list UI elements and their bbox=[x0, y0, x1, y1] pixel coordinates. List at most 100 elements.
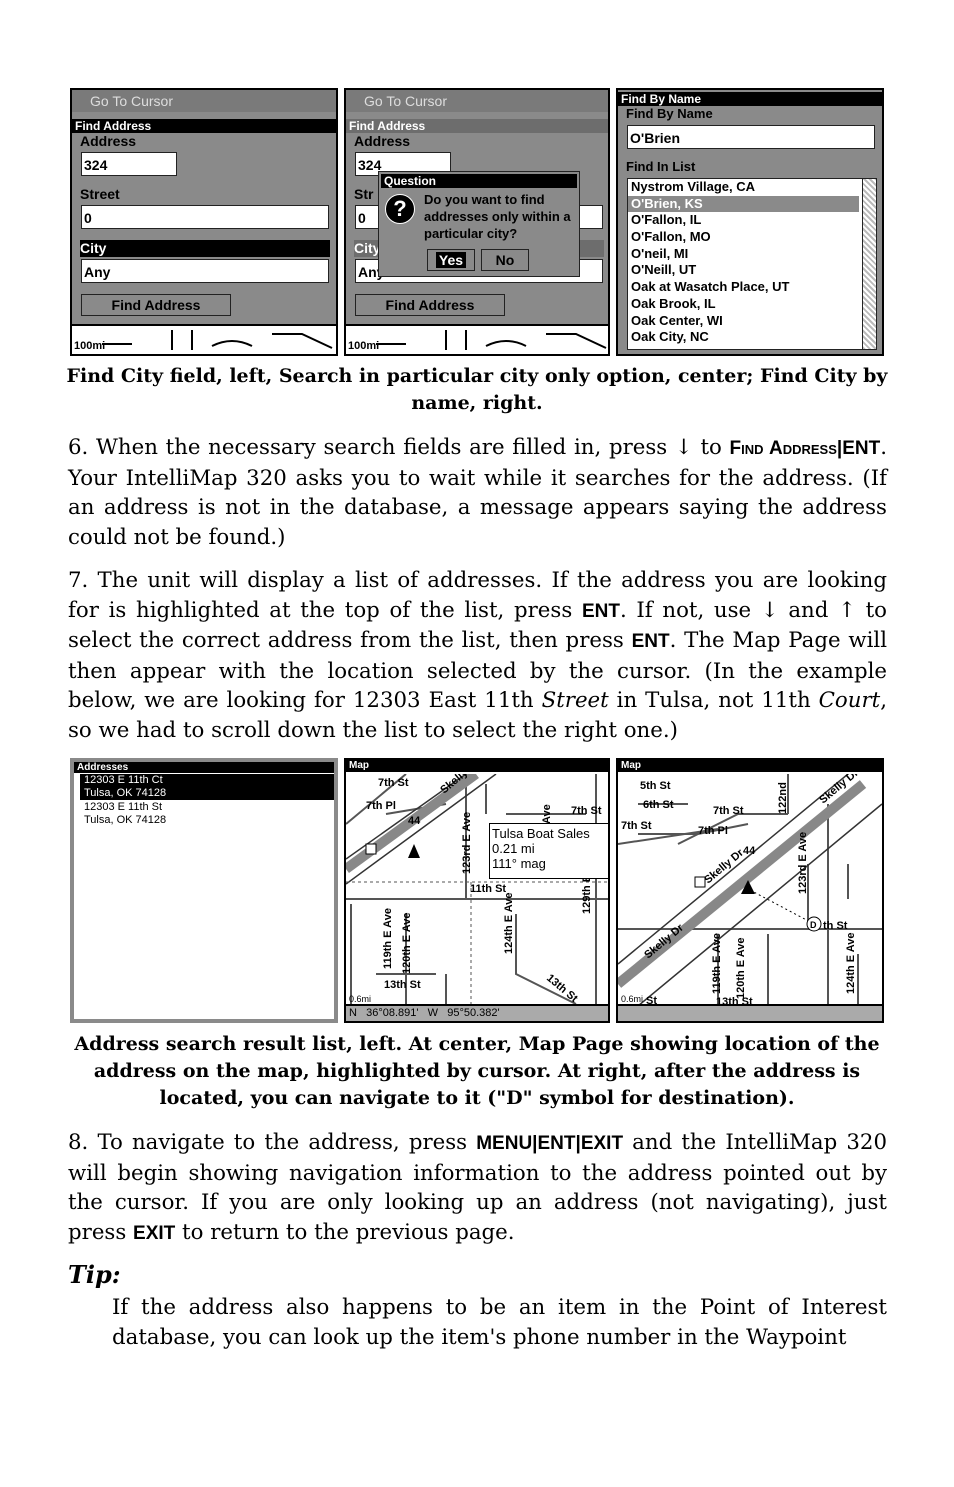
map-label: 119th E Ave bbox=[382, 908, 394, 969]
list-item[interactable]: Nystrom Village, CA bbox=[628, 179, 876, 196]
key-find-address: Find Address bbox=[729, 438, 837, 459]
address-line: 12303 E 11th Ct bbox=[84, 774, 163, 786]
find-address-button[interactable]: Find Address bbox=[355, 294, 505, 316]
figure-1-caption: Find City field, left, Search in particu… bbox=[66, 365, 888, 414]
map-canvas: D 5th St 6th St 7th St 7th Pl 7th St 122… bbox=[618, 774, 882, 1006]
map-label: 7th Pl bbox=[366, 800, 396, 812]
yes-button[interactable]: Yes bbox=[427, 249, 475, 271]
step-8-paragraph: 8. To navigate to the address, press MEN… bbox=[68, 1128, 887, 1248]
text-italic: Court bbox=[818, 688, 881, 714]
waypoint-icon bbox=[365, 843, 377, 855]
position-arrow-icon bbox=[408, 844, 420, 858]
screen-title: Find By Name bbox=[618, 92, 882, 106]
find-in-list-label: Find In List bbox=[626, 159, 696, 174]
address-label: Address bbox=[80, 133, 137, 149]
results-list[interactable]: Nystrom Village, CA O'Brien, KS O'Fallon… bbox=[627, 178, 877, 350]
map-page-destination: Map D 5th St 6th St 7th St 7th Pl 7th St… bbox=[616, 758, 884, 1023]
key-menu: MENU bbox=[476, 1133, 533, 1154]
coordinates-bar: N 36°08.891' W 95°50.382' bbox=[346, 1004, 608, 1021]
find-address-screen: Go To Cursor Find Address Address 324 St… bbox=[70, 88, 338, 356]
key-exit: EXIT bbox=[133, 1222, 176, 1244]
map-label: th St bbox=[823, 920, 848, 932]
key-ent: ENT bbox=[537, 1133, 576, 1154]
map-label: 6th St bbox=[643, 799, 674, 811]
dialog-title: Question bbox=[381, 174, 577, 188]
ghost-title: Go To Cursor bbox=[346, 90, 608, 112]
map-label: Skelly Dr bbox=[642, 921, 686, 961]
map-label: 124th E Ave bbox=[845, 932, 857, 994]
find-by-name-screen: Find By Name Find By Name O'Brien Find I… bbox=[616, 88, 884, 356]
address-result-selected[interactable]: 12303 E 11th Ct Tulsa, OK 74128 bbox=[80, 774, 334, 800]
screen-title: Map bbox=[346, 760, 608, 772]
list-item[interactable]: O'neil, MI bbox=[628, 246, 876, 263]
key-ent: ENT bbox=[631, 631, 670, 653]
list-item-selected[interactable]: O'Brien, KS bbox=[628, 195, 859, 213]
address-line: 12303 E 11th St bbox=[84, 801, 163, 813]
map-canvas: 7th St 7th Pl Skelly Dr 44 123rd E Ave E… bbox=[346, 774, 608, 1006]
poi-name: Tulsa Boat Sales bbox=[492, 826, 590, 841]
map-label: 7th St bbox=[571, 805, 602, 817]
map-label: 13th St bbox=[544, 972, 580, 1005]
map-label: 123rd E Ave bbox=[797, 832, 809, 894]
map-strip-lines bbox=[102, 330, 333, 350]
yes-label: Yes bbox=[435, 252, 467, 268]
list-item[interactable]: Oak at Wasatch Place, UT bbox=[628, 279, 876, 296]
map-label: 120th E Ave bbox=[735, 937, 747, 999]
name-field[interactable]: O'Brien bbox=[627, 125, 875, 149]
city-field[interactable]: Any bbox=[81, 259, 329, 283]
street-label: Street bbox=[80, 186, 120, 202]
tip-text: If the address also happens to be an ite… bbox=[112, 1295, 887, 1350]
text-italic: Street bbox=[541, 688, 609, 714]
route-line bbox=[749, 889, 815, 925]
map-label: 124th E Ave bbox=[503, 892, 515, 954]
text: 8. To navigate to the address, press bbox=[68, 1130, 477, 1155]
city-label: City bbox=[80, 240, 330, 257]
address-label: Address bbox=[354, 133, 411, 149]
map-strip: 100mi bbox=[346, 324, 608, 354]
destination-label: D bbox=[810, 920, 817, 930]
question-icon: ? bbox=[385, 194, 415, 224]
map-strip: 100mi bbox=[72, 324, 336, 354]
list-item[interactable]: O'Fallon, IL bbox=[628, 212, 876, 229]
poi-popup: Tulsa Boat Sales 0.21 mi 111° mag bbox=[489, 823, 608, 879]
address-field[interactable]: 324 bbox=[81, 152, 177, 176]
find-address-question-screen: Go To Cursor Find Address Address 324 St… bbox=[344, 88, 610, 356]
map-label: 7th Pl bbox=[698, 825, 728, 837]
map-label: 129th E bbox=[581, 875, 593, 914]
map-label: 5th St bbox=[640, 780, 671, 792]
tip-heading: Tip: bbox=[68, 1260, 121, 1289]
screen-title: Map bbox=[618, 760, 882, 772]
map-label: 7th St bbox=[621, 820, 652, 832]
ghost-title: Go To Cursor bbox=[72, 90, 336, 112]
map-strip-lines bbox=[376, 330, 607, 350]
scale-label: 0.6mi bbox=[349, 994, 371, 1004]
map-label: 44 bbox=[408, 815, 421, 827]
name-value: O'Brien bbox=[630, 130, 681, 146]
scale-label: 100mi bbox=[74, 340, 106, 352]
figure-2-caption: Address search result list, left. At cen… bbox=[74, 1033, 880, 1109]
dialog-message: Do you want to find addresses only withi… bbox=[424, 192, 571, 241]
scale-label: 100mi bbox=[348, 340, 380, 352]
question-dialog: Question ? Do you want to find addresses… bbox=[378, 171, 580, 277]
list-item[interactable]: O'Neill, UT bbox=[628, 262, 876, 279]
key-exit: EXIT bbox=[580, 1133, 624, 1154]
list-item[interactable]: Oak Center, WI bbox=[628, 313, 876, 330]
screen-title: Find Address bbox=[346, 119, 608, 133]
list-item[interactable]: Oak City, NC bbox=[628, 329, 876, 346]
map-page-cursor: Map 7th St 7th Pl Skelly Dr 44 123rd E A… bbox=[344, 758, 610, 1023]
map-label: 119th E Ave bbox=[711, 933, 723, 994]
step-7-paragraph: 7. The unit will display a list of addre… bbox=[68, 566, 887, 746]
street-label: Str bbox=[354, 186, 374, 202]
find-address-button[interactable]: Find Address bbox=[81, 294, 231, 316]
text: 6. When the necessary search fields are … bbox=[68, 435, 730, 460]
no-button[interactable]: No bbox=[481, 249, 529, 271]
city-line: Tulsa, OK 74128 bbox=[84, 787, 167, 799]
list-item[interactable]: O'Fallon, MO bbox=[628, 229, 876, 246]
screen-title: Find Address bbox=[72, 119, 336, 133]
key-ent: ENT bbox=[581, 600, 620, 622]
scrollbar[interactable] bbox=[862, 179, 876, 349]
street-field[interactable]: 0 bbox=[81, 205, 329, 229]
address-result[interactable]: 12303 E 11th St Tulsa, OK 74128 bbox=[80, 801, 334, 827]
map-label: 13th St bbox=[384, 979, 421, 991]
list-item[interactable]: Oak Brook, IL bbox=[628, 296, 876, 313]
